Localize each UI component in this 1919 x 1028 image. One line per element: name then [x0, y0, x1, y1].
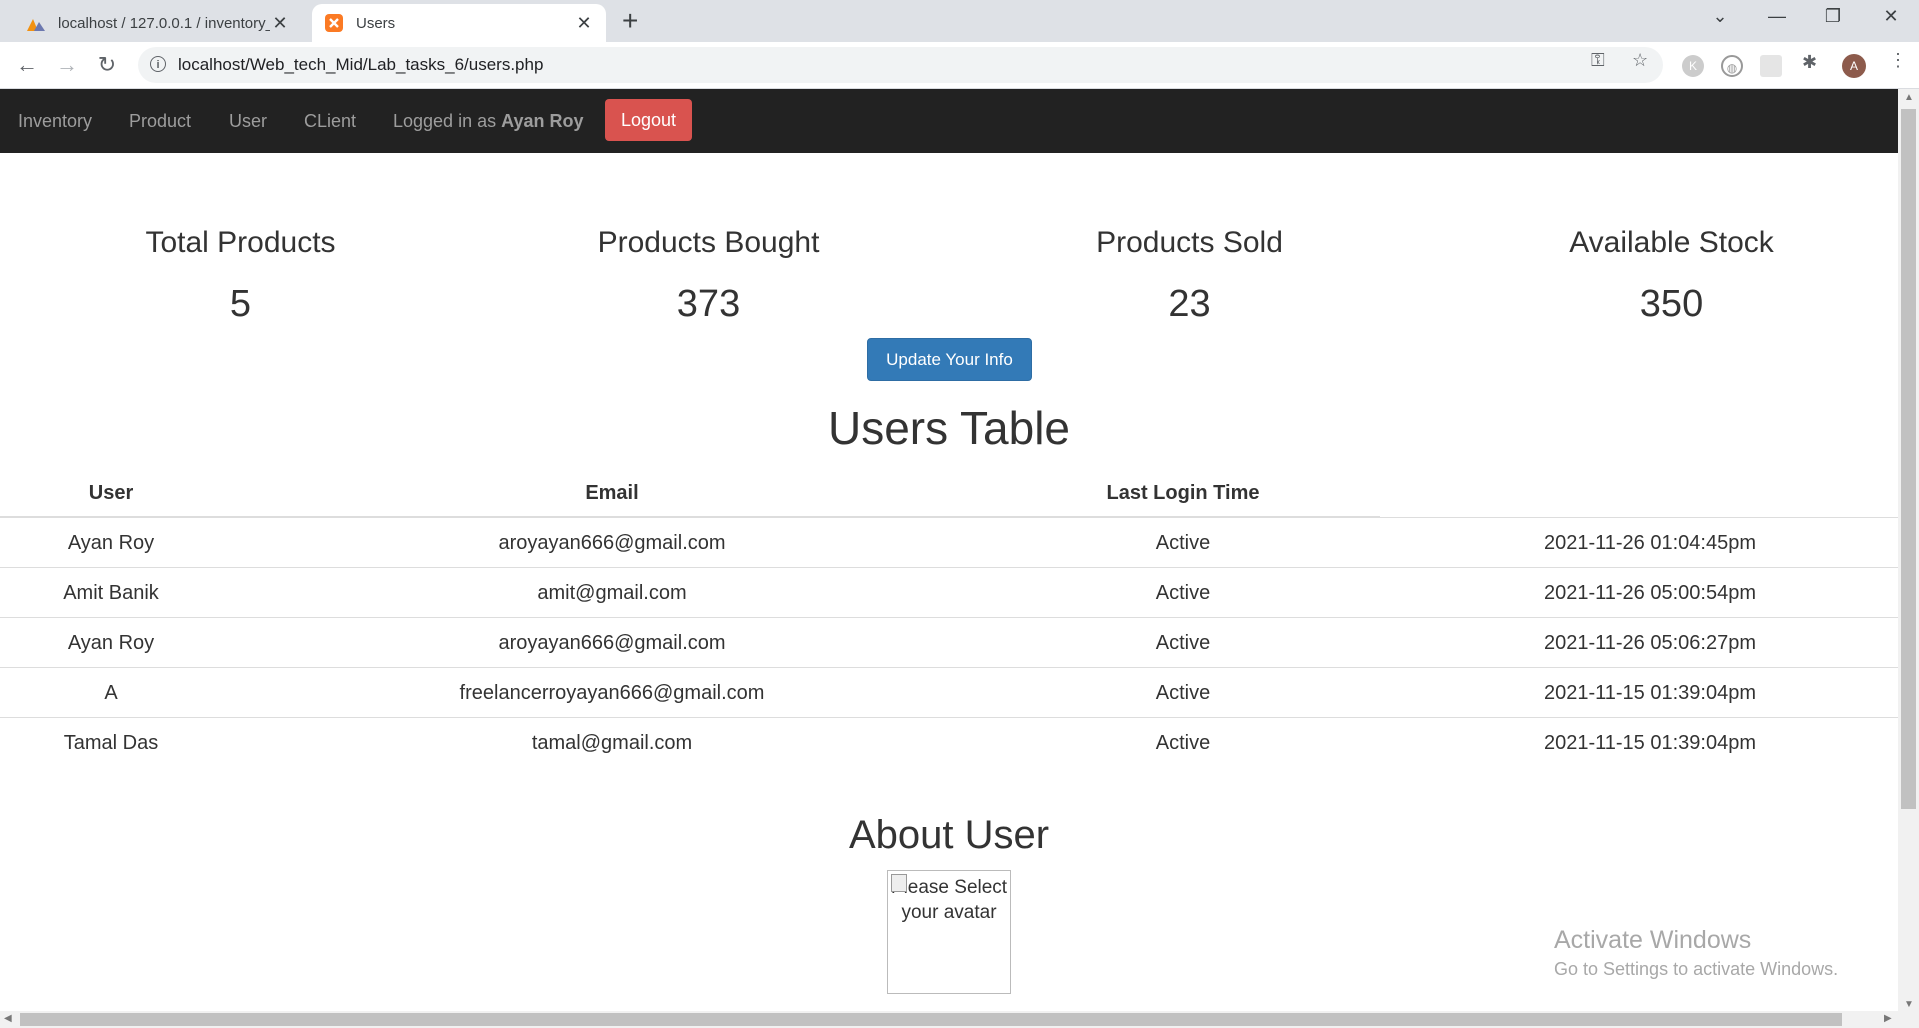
vertical-scrollbar[interactable]: ▲ ▼	[1898, 89, 1919, 1028]
windows-activation-watermark: Activate Windows Go to Settings to activ…	[1554, 924, 1838, 982]
scroll-right-arrow-icon[interactable]: ▶	[1884, 1013, 1892, 1024]
table-row: Tamal Das tamal@gmail.com Active 2021-11…	[0, 717, 1898, 768]
cell-status: Active	[1155, 732, 1211, 754]
table-row: Ayan Roy aroyayan666@gmail.com Active 20…	[0, 517, 1898, 568]
cell-status: Active	[1155, 582, 1211, 604]
restore-icon[interactable]: ❐	[1818, 6, 1848, 27]
users-table-title: Users Table	[827, 402, 1071, 454]
xampp-favicon-icon	[325, 14, 343, 32]
browser-tab-phpmyadmin[interactable]: localhost / 127.0.0.1 / inventory_m ✕	[14, 4, 302, 42]
tab-close-icon[interactable]: ✕	[270, 13, 290, 34]
forward-icon[interactable]: →	[52, 50, 82, 80]
nav-client-link[interactable]: CLient	[304, 89, 356, 153]
cell-email: aroyayan666@gmail.com	[498, 632, 726, 654]
update-info-button[interactable]: Update Your Info	[867, 338, 1032, 381]
logged-in-username: Ayan Roy	[501, 111, 584, 131]
stat-value: 373	[676, 283, 741, 325]
horizontal-scrollbar[interactable]: ◀ ▶	[0, 1011, 1898, 1028]
cell-status: Active	[1155, 532, 1211, 554]
broken-image-icon	[891, 874, 907, 892]
site-info-icon[interactable]: i	[150, 56, 166, 72]
extension-k-icon[interactable]: K	[1682, 55, 1704, 77]
nav-product-link[interactable]: Product	[129, 89, 191, 153]
cell-email: freelancerroyayan666@gmail.com	[459, 682, 765, 704]
cell-time: 2021-11-15 01:39:04pm	[1543, 732, 1756, 754]
stat-label: Total Products	[145, 226, 336, 259]
column-header-user: User	[88, 482, 134, 504]
scroll-left-arrow-icon[interactable]: ◀	[4, 1013, 12, 1024]
cell-time: 2021-11-15 01:39:04pm	[1543, 682, 1756, 704]
column-header-last-login: Last Login Time	[1106, 482, 1260, 504]
cell-time: 2021-11-26 05:06:27pm	[1543, 632, 1756, 654]
cell-user: A	[104, 682, 118, 704]
phpmyadmin-favicon-icon	[27, 19, 45, 31]
extensions-puzzle-icon[interactable]: ✱	[1802, 52, 1817, 73]
browser-address-bar: ← → ↻ i localhost/Web_tech_Mid/Lab_tasks…	[0, 42, 1919, 89]
cell-user: Amit Banik	[63, 582, 159, 604]
browser-tab-users[interactable]: Users ✕	[312, 4, 606, 42]
site-navbar: Inventory Product User CLient Logged in …	[0, 89, 1898, 153]
browser-menu-icon[interactable]: ⋮	[1889, 50, 1907, 71]
new-tab-icon[interactable]: +	[622, 6, 638, 36]
profile-avatar[interactable]: A	[1842, 54, 1866, 78]
cell-user: Tamal Das	[63, 732, 159, 754]
window-close-icon[interactable]: ✕	[1876, 6, 1906, 27]
watermark-line-1: Activate Windows	[1554, 926, 1752, 954]
watermark-line-2: Go to Settings to activate Windows.	[1554, 959, 1839, 979]
stat-label: Products Bought	[597, 226, 820, 259]
scroll-up-arrow-icon[interactable]: ▲	[1904, 92, 1914, 103]
cell-email: tamal@gmail.com	[531, 732, 693, 754]
horizontal-scroll-thumb[interactable]	[20, 1013, 1842, 1026]
extension-globe-icon[interactable]: ◍	[1721, 55, 1743, 77]
scroll-down-arrow-icon[interactable]: ▼	[1904, 999, 1914, 1010]
cell-status: Active	[1155, 682, 1211, 704]
url-text: localhost/Web_tech_Mid/Lab_tasks_6/users…	[178, 55, 544, 74]
cell-time: 2021-11-26 01:04:45pm	[1543, 532, 1756, 554]
table-row: A freelancerroyayan666@gmail.com Active …	[0, 667, 1898, 718]
table-row: Ayan Roy aroyayan666@gmail.com Active 20…	[0, 617, 1898, 668]
cell-user: Ayan Roy	[67, 532, 155, 554]
tab-search-chevron-icon[interactable]: ⌄	[1705, 6, 1735, 27]
tab-close-icon[interactable]: ✕	[574, 13, 594, 34]
cell-time: 2021-11-26 05:00:54pm	[1543, 582, 1756, 604]
cell-email: amit@gmail.com	[537, 582, 687, 604]
column-header-email: Email	[585, 482, 639, 504]
logged-in-status: Logged in as Ayan Roy	[393, 89, 583, 153]
stat-value: 5	[229, 283, 252, 325]
stat-total-products: Total Products 5	[0, 222, 481, 326]
bookmark-star-icon[interactable]: ☆	[1632, 50, 1648, 71]
nav-user-link[interactable]: User	[229, 89, 267, 153]
table-row: Amit Banik amit@gmail.com Active 2021-11…	[0, 567, 1898, 618]
back-icon[interactable]: ←	[12, 50, 42, 80]
minimize-icon[interactable]: —	[1762, 6, 1792, 27]
extension-blank-icon[interactable]	[1760, 55, 1782, 77]
stat-available-stock: Available Stock 350	[1431, 222, 1912, 326]
avatar-image: Please Select your avatar	[887, 870, 1011, 994]
logout-button[interactable]: Logout	[605, 99, 692, 141]
avatar-alt-text: Please Select your avatar	[890, 877, 1008, 923]
cell-user: Ayan Roy	[67, 632, 155, 654]
logged-in-prefix: Logged in as	[393, 111, 497, 131]
nav-inventory-link[interactable]: Inventory	[18, 89, 92, 153]
cell-email: aroyayan666@gmail.com	[498, 532, 726, 554]
tab-title: Users	[356, 14, 396, 32]
stat-products-bought: Products Bought 373	[468, 222, 949, 326]
tab-title: localhost / 127.0.0.1 / inventory_m	[58, 14, 270, 32]
browser-tab-bar: localhost / 127.0.0.1 / inventory_m ✕ Us…	[0, 0, 1919, 42]
key-icon[interactable]: ⚿	[1591, 50, 1605, 71]
cell-status: Active	[1155, 632, 1211, 654]
stat-label: Products Sold	[1096, 226, 1283, 259]
url-input[interactable]: i localhost/Web_tech_Mid/Lab_tasks_6/use…	[138, 47, 1663, 83]
stat-value: 350	[1639, 283, 1704, 325]
reload-icon[interactable]: ↻	[92, 50, 122, 80]
stat-label: Available Stock	[1569, 226, 1774, 259]
vertical-scroll-thumb[interactable]	[1901, 109, 1916, 809]
stat-products-sold: Products Sold 23	[949, 222, 1430, 326]
about-user-title: About User	[848, 813, 1050, 857]
stat-value: 23	[1168, 283, 1211, 325]
users-table-header: User Email Last Login Time	[0, 472, 1380, 518]
